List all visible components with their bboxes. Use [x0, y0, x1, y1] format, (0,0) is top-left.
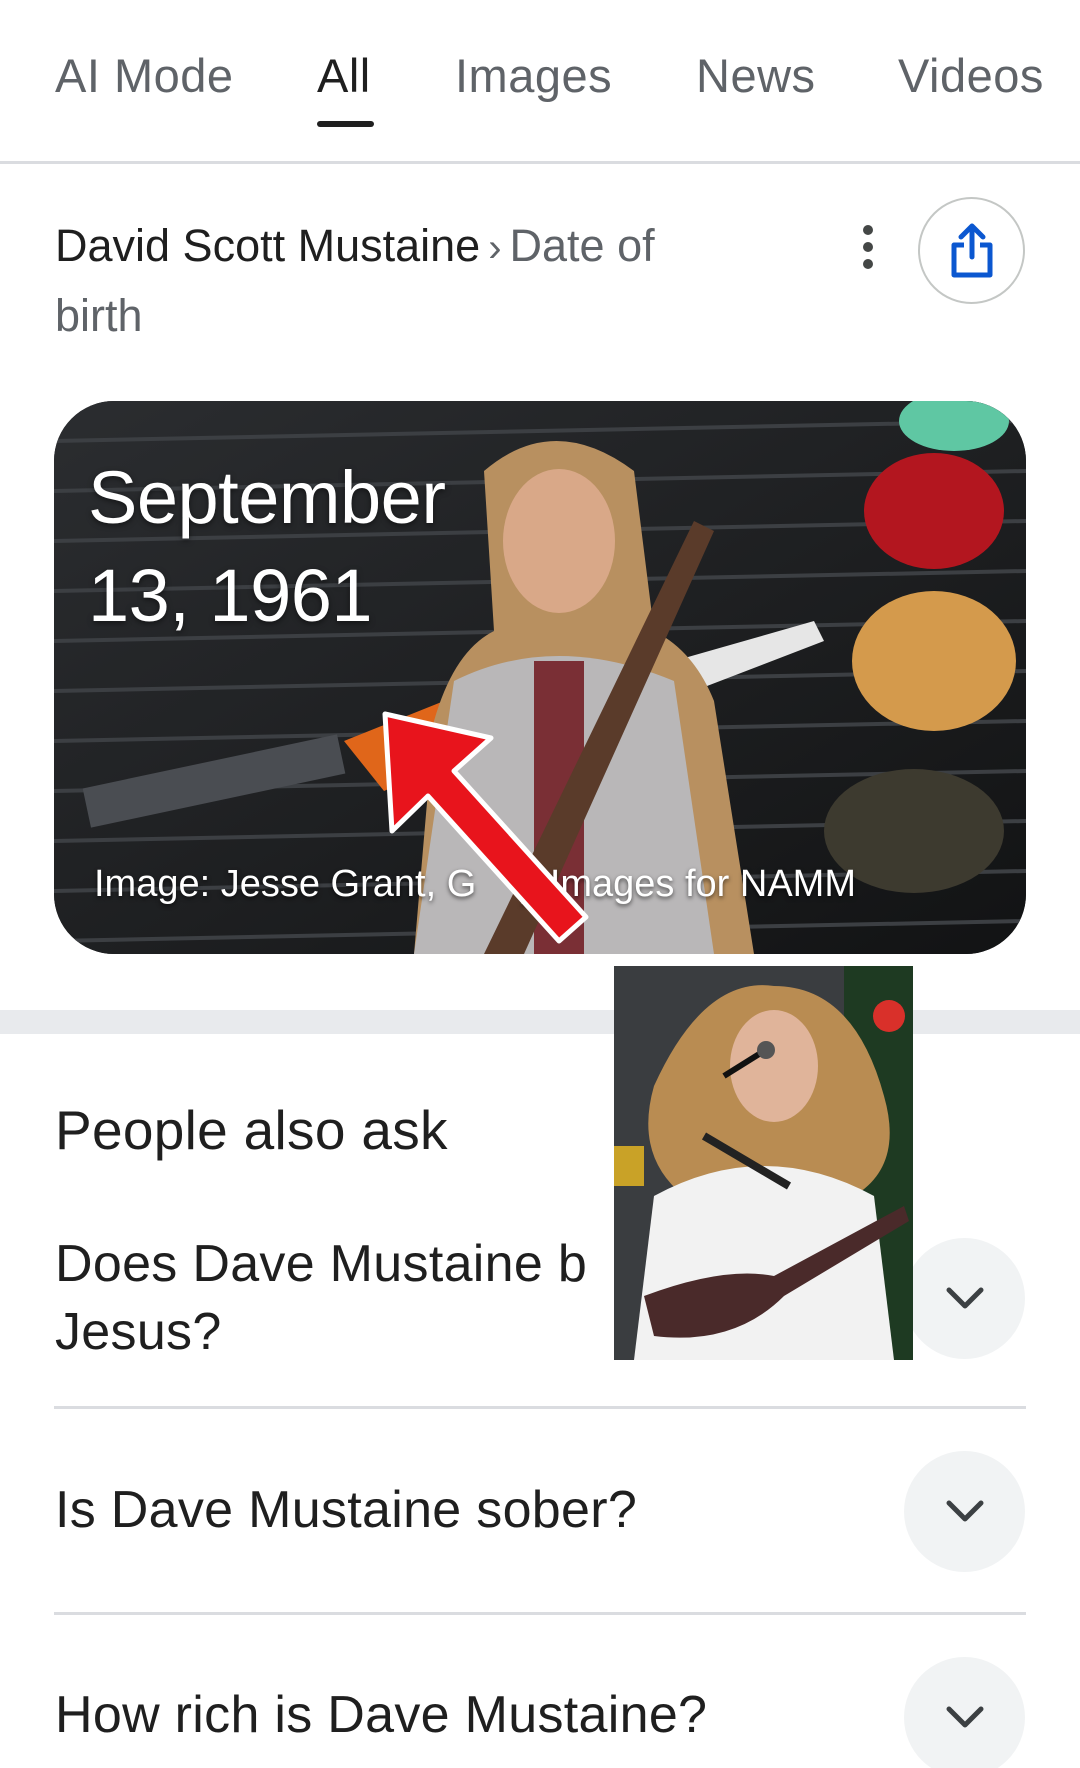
- chevron-down-icon: [946, 1500, 983, 1521]
- tab-news[interactable]: News: [696, 48, 816, 103]
- search-tabs: AI Mode All Images News Videos: [0, 0, 1080, 164]
- birth-date-card[interactable]: September 13, 1961 Image: Jesse Grant, Gy…: [54, 401, 1026, 954]
- paa-divider: [54, 1612, 1026, 1615]
- chevron-down-icon: [946, 1706, 983, 1727]
- tab-videos[interactable]: Videos: [898, 48, 1044, 103]
- active-tab-indicator: [317, 121, 374, 127]
- share-icon: [951, 223, 992, 277]
- more-vert-icon[interactable]: [850, 220, 886, 274]
- section-divider: [0, 1010, 1080, 1034]
- paa-expand-button-3[interactable]: [904, 1657, 1025, 1768]
- breadcrumb-attribute-cont: birth: [55, 290, 143, 341]
- paa-question-2[interactable]: Is Dave Mustaine sober?: [55, 1476, 637, 1544]
- tab-all[interactable]: All: [317, 48, 371, 103]
- paa-expand-button-1[interactable]: [904, 1238, 1025, 1359]
- tab-ai-mode[interactable]: AI Mode: [55, 48, 234, 103]
- breadcrumb: David Scott Mustaine › Date of birth: [55, 212, 775, 350]
- breadcrumb-entity[interactable]: David Scott Mustaine: [55, 220, 480, 271]
- overlay-concert-photo: [614, 966, 913, 1360]
- share-button[interactable]: [918, 197, 1025, 304]
- chevron-down-icon: [946, 1287, 983, 1308]
- people-also-ask-heading: People also ask: [55, 1099, 448, 1161]
- tab-images[interactable]: Images: [455, 48, 612, 103]
- breadcrumb-separator: ›: [488, 226, 502, 270]
- paa-question-1[interactable]: Does Dave Mustaine b Jesus?: [55, 1230, 615, 1366]
- search-results-page: AI Mode All Images News Videos David Sco…: [0, 0, 1080, 1768]
- breadcrumb-attribute: Date of: [509, 220, 655, 271]
- guitarist-photo: [614, 966, 913, 1360]
- paa-expand-button-2[interactable]: [904, 1451, 1025, 1572]
- red-arrow-annotation: [382, 711, 589, 944]
- paa-divider: [54, 1406, 1026, 1409]
- paa-question-3[interactable]: How rich is Dave Mustaine?: [55, 1681, 707, 1749]
